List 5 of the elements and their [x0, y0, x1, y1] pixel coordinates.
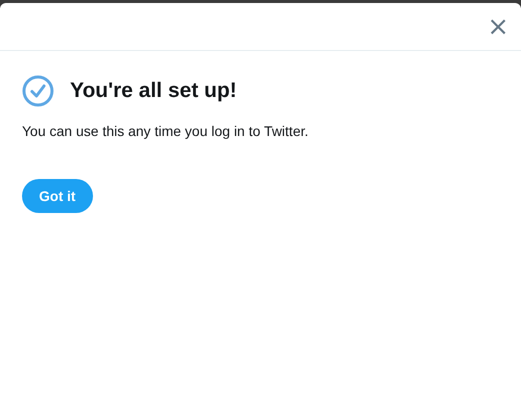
got-it-button[interactable]: Got it: [22, 179, 93, 213]
dialog-title: You're all set up!: [70, 79, 237, 103]
close-button[interactable]: ×: [485, 14, 511, 40]
dialog-message: You can use this any time you log in to Twitter.: [22, 123, 310, 139]
check-circle-icon: [22, 75, 54, 107]
